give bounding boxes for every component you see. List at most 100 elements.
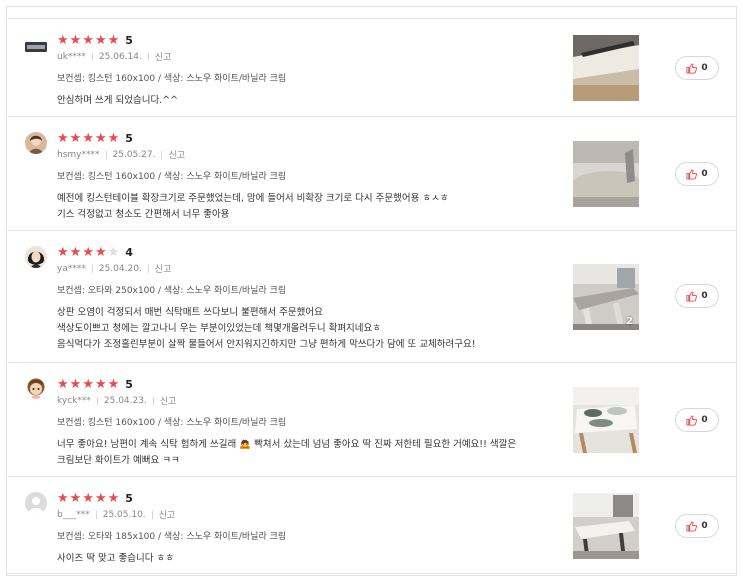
like-button[interactable]: 0 xyxy=(675,162,719,186)
user-avatar xyxy=(25,492,47,514)
like-button[interactable]: 0 xyxy=(675,514,719,538)
review-date: 25.05.27. xyxy=(112,149,156,160)
star-rating: ★ ★ ★ ★ ★ xyxy=(57,132,119,145)
report-link[interactable]: 신고 xyxy=(159,508,176,521)
report-link[interactable]: 신고 xyxy=(155,262,172,275)
review-list: ★ ★ ★ ★ ★ 5 uk**** 25.06.14. 신고 보컨셉: 킹스턴 160… xyxy=(7,18,736,574)
like-button[interactable]: 0 xyxy=(675,56,719,80)
star-filled-icon: ★ xyxy=(107,376,120,392)
star-rating: ★ ★ ★ ★ ★ xyxy=(57,492,119,505)
review-date: 25.05.10. xyxy=(102,509,146,520)
star-filled-icon: ★ xyxy=(69,32,82,48)
like-button[interactable]: 0 xyxy=(675,408,719,432)
review-item: ★ ★ ★ ★ ★ 4 ya**** 25.04.20. 신고 보컨셉: 오타와 250… xyxy=(7,230,736,362)
star-filled-icon: ★ xyxy=(82,376,94,392)
like-count: 0 xyxy=(701,415,708,425)
review-date: 25.04.20. xyxy=(98,263,142,274)
star-filled-icon: ★ xyxy=(94,244,107,260)
like-count: 0 xyxy=(701,169,708,179)
star-rating: ★ ★ ★ ★ ★ xyxy=(57,378,119,391)
user-avatar xyxy=(25,246,47,268)
product-option: 보컨셉: 오타와 250x100 / 색상: 스노우 화이트/바닐라 크림 xyxy=(57,286,287,296)
star-filled-icon: ★ xyxy=(57,130,69,146)
reviewer-id: b___*** xyxy=(57,509,90,520)
review-date: 25.04.23. xyxy=(103,395,147,406)
review-photo[interactable] xyxy=(573,493,639,559)
review-item: ★ ★ ★ ★ ★ 5 kyck*** 25.04.23. 신고 보컨셉: 킹스턴 16… xyxy=(7,362,736,476)
report-link[interactable]: 신고 xyxy=(168,148,185,161)
divider xyxy=(91,52,93,61)
photo-count: 2 xyxy=(626,316,633,327)
reviewer-id: hsmy**** xyxy=(57,149,100,160)
like-button[interactable]: 0 xyxy=(675,284,719,308)
review-photo[interactable] xyxy=(573,387,639,453)
divider xyxy=(95,510,97,519)
reviewer-id: uk**** xyxy=(57,51,86,62)
divider xyxy=(91,264,93,273)
star-filled-icon: ★ xyxy=(82,244,94,260)
review-photo[interactable] xyxy=(573,141,639,207)
star-filled-icon: ★ xyxy=(94,130,107,146)
star-filled-icon: ★ xyxy=(69,376,82,392)
star-filled-icon: ★ xyxy=(94,32,107,48)
thumbs-up-icon xyxy=(686,520,698,532)
rating-score: 5 xyxy=(125,131,133,145)
thumbs-up-icon xyxy=(686,290,698,302)
divider xyxy=(152,396,154,405)
user-avatar xyxy=(25,132,47,154)
star-rating: ★ ★ ★ ★ ★ xyxy=(57,34,119,47)
review-text: 예전에 킹스턴테이블 확장크기로 주문했었는데, 맘에 들어서 비확장 크기로 … xyxy=(57,193,449,220)
star-filled-icon: ★ xyxy=(69,244,82,260)
review-text: 사이즈 딱 맞고 좋습니다 ㅎㅎ xyxy=(57,553,174,564)
star-filled-icon: ★ xyxy=(94,376,107,392)
reviewer-id: kyck*** xyxy=(57,395,91,406)
review-text: 상판 오염이 걱정되서 매번 식탁매트 쓰다보니 불편해서 주문했어요 색상도이… xyxy=(57,307,476,350)
star-filled-icon: ★ xyxy=(94,490,107,506)
product-option: 보컨셉: 킹스턴 160x100 / 색상: 스노우 화이트/바닐라 크림 xyxy=(57,418,287,428)
review-item: ★ ★ ★ ★ ★ 5 uk**** 25.06.14. 신고 보컨셉: 킹스턴 160… xyxy=(7,18,736,116)
star-filled-icon: ★ xyxy=(57,32,69,48)
report-link[interactable]: 신고 xyxy=(160,394,177,407)
divider xyxy=(151,510,153,519)
star-filled-icon: ★ xyxy=(57,244,69,260)
review-date: 25.06.14. xyxy=(98,51,142,62)
star-filled-icon: ★ xyxy=(57,490,69,506)
review-text: 안심하며 쓰게 되었습니다.^^ xyxy=(57,95,179,106)
review-photo[interactable]: 2 xyxy=(573,264,639,330)
review-photo[interactable] xyxy=(573,35,639,101)
star-filled-icon: ★ xyxy=(69,130,82,146)
product-option: 보컨셉: 킹스턴 160x100 / 색상: 스노우 화이트/바닐라 크림 xyxy=(57,74,287,84)
divider xyxy=(147,52,149,61)
star-rating: ★ ★ ★ ★ ★ xyxy=(57,246,119,259)
review-item: ★ ★ ★ ★ ★ 5 hsmy**** 25.05.27. 신고 보컨셉: 킹스턴 1… xyxy=(7,116,736,230)
user-avatar xyxy=(25,40,47,54)
rating-score: 5 xyxy=(125,377,133,391)
user-avatar xyxy=(25,377,47,399)
star-filled-icon: ★ xyxy=(69,490,82,506)
like-count: 0 xyxy=(701,63,708,73)
review-list-panel: ★ ★ ★ ★ ★ 5 uk**** 25.06.14. 신고 보컨셉: 킹스턴 160… xyxy=(6,6,737,576)
thumbs-up-icon xyxy=(686,62,698,74)
star-empty-icon: ★ xyxy=(107,244,120,260)
report-link[interactable]: 신고 xyxy=(155,50,172,63)
thumbs-up-icon xyxy=(686,168,698,180)
star-filled-icon: ★ xyxy=(82,130,94,146)
review-item: ★ ★ ★ ★ ★ 5 b___*** 25.05.10. 신고 보컨셉: 오타와 18… xyxy=(7,476,736,574)
reviewer-id: ya**** xyxy=(57,263,86,274)
thumbs-up-icon xyxy=(686,414,698,426)
star-filled-icon: ★ xyxy=(82,490,94,506)
divider xyxy=(147,264,149,273)
divider xyxy=(105,150,107,159)
star-filled-icon: ★ xyxy=(82,32,94,48)
rating-score: 4 xyxy=(125,245,133,259)
divider xyxy=(161,150,163,159)
rating-score: 5 xyxy=(125,33,133,47)
star-filled-icon: ★ xyxy=(107,32,120,48)
like-count: 0 xyxy=(701,291,708,301)
product-option: 보컨셉: 킹스턴 160x100 / 색상: 스노우 화이트/바닐라 크림 xyxy=(57,172,287,182)
review-text: 너무 좋아요! 남편이 계속 식탁 험하게 쓰길래 🙇 빡쳐서 샀는데 넘넘 좋… xyxy=(57,439,517,466)
rating-score: 5 xyxy=(125,491,133,505)
divider xyxy=(96,396,98,405)
star-filled-icon: ★ xyxy=(57,376,69,392)
product-option: 보컨셉: 오타와 185x100 / 색상: 스노우 화이트/바닐라 크림 xyxy=(57,532,287,542)
